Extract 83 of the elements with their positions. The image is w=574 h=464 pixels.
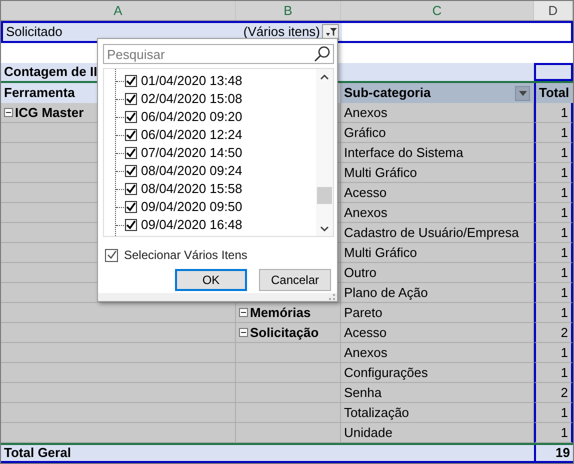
table-cell-text: 1 bbox=[560, 284, 568, 302]
list-item[interactable]: 07/04/2020 14:50 bbox=[141, 143, 242, 163]
column-heading: Total bbox=[539, 84, 570, 102]
table-cell-text: Memórias bbox=[250, 304, 311, 322]
collapse-icon[interactable] bbox=[239, 328, 248, 337]
table-cell-text: 1 bbox=[560, 364, 568, 382]
filter-label: Solicitado bbox=[6, 23, 62, 42]
table-cell-text: 1 bbox=[560, 344, 568, 362]
list-item[interactable]: 08/04/2020 09:24 bbox=[141, 161, 242, 181]
search-icon bbox=[314, 46, 330, 62]
table-cell-text: Configurações bbox=[344, 364, 428, 382]
table-cell-text: Pareto bbox=[344, 304, 382, 322]
column-header[interactable]: C bbox=[341, 1, 534, 20]
checkbox[interactable] bbox=[125, 165, 137, 177]
scrollbar[interactable] bbox=[316, 69, 333, 236]
table-cell-text: 1 bbox=[560, 124, 568, 142]
column-heading: Ferramenta bbox=[4, 84, 75, 102]
table-cell-text: Cadastro de Usuário/Empresa bbox=[344, 224, 519, 242]
resize-grip-icon[interactable] bbox=[328, 293, 335, 300]
column-heading: Sub-categoria bbox=[344, 84, 431, 102]
table-cell-text: Gráfico bbox=[344, 124, 386, 142]
list-item[interactable]: 09/04/2020 09:50 bbox=[141, 197, 242, 217]
pivot-title: Contagem de II bbox=[4, 63, 98, 82]
table-cell-text: Multi Gráfico bbox=[344, 164, 417, 182]
table-cell-text: 2 bbox=[560, 384, 568, 402]
total-label: Total Geral bbox=[3, 445, 72, 461]
table-cell-text: 1 bbox=[560, 144, 568, 162]
column-header[interactable]: A bbox=[1, 1, 236, 20]
scroll-up-icon[interactable] bbox=[320, 74, 329, 80]
list-item[interactable]: 08/04/2020 15:58 bbox=[141, 179, 242, 199]
table-cell-text: Senha bbox=[344, 384, 382, 402]
filter-value: (Vários itens) bbox=[243, 23, 320, 42]
table-cell-text: 1 bbox=[560, 244, 568, 262]
table-cell-text: Anexos bbox=[344, 344, 388, 362]
dialog-button[interactable]: Cancelar bbox=[259, 269, 331, 291]
column-header[interactable]: B bbox=[236, 1, 341, 20]
table-cell-text: Multi Gráfico bbox=[344, 244, 417, 262]
table-cell-text: 1 bbox=[560, 264, 568, 282]
table-cell-text: Unidade bbox=[344, 424, 392, 442]
checkbox-label: Selecionar Vários Itens bbox=[124, 247, 248, 264]
search-field[interactable]: Pesquisar bbox=[103, 44, 334, 64]
filter-icon bbox=[324, 27, 336, 37]
table-cell-text: Acesso bbox=[344, 184, 387, 202]
dialog-button[interactable]: OK bbox=[175, 269, 247, 291]
total-value: 19 bbox=[534, 445, 573, 461]
table-cell-text: 1 bbox=[560, 184, 568, 202]
table-cell-text: Interface do Sistema bbox=[344, 144, 464, 162]
table-cell-text: 1 bbox=[560, 204, 568, 222]
checkbox[interactable] bbox=[125, 111, 137, 123]
table-cell-text: Anexos bbox=[344, 104, 388, 122]
table-cell-text: Totalização bbox=[344, 404, 410, 422]
column-header[interactable]: D bbox=[534, 1, 573, 20]
table-cell-text: 1 bbox=[560, 164, 568, 182]
table-cell-text: Acesso bbox=[344, 324, 387, 342]
list-item[interactable]: 09/04/2020 16:48 bbox=[141, 215, 242, 235]
checkbox[interactable] bbox=[105, 248, 118, 262]
scroll-thumb[interactable] bbox=[317, 187, 332, 204]
table-cell-text: Anexos bbox=[344, 204, 388, 222]
checkbox[interactable] bbox=[125, 93, 137, 105]
table-cell-text: 1 bbox=[560, 424, 568, 442]
scroll-down-icon[interactable] bbox=[320, 226, 329, 232]
checkbox[interactable] bbox=[125, 147, 137, 159]
checkbox[interactable] bbox=[125, 183, 137, 195]
table-cell-text: Solicitação bbox=[250, 324, 319, 342]
table-cell-text: Plano de Ação bbox=[344, 284, 428, 302]
list-item[interactable]: 02/04/2020 15:08 bbox=[141, 89, 242, 109]
table-cell-text: 1 bbox=[560, 304, 568, 322]
collapse-icon[interactable] bbox=[239, 308, 248, 317]
list-item[interactable]: 06/04/2020 09:20 bbox=[141, 107, 242, 127]
table-cell-text: Outro bbox=[344, 264, 377, 282]
checkbox[interactable] bbox=[125, 129, 137, 141]
list-item[interactable]: 06/04/2020 12:24 bbox=[141, 125, 242, 145]
collapse-icon[interactable] bbox=[4, 108, 13, 117]
table-cell-text: 1 bbox=[560, 104, 568, 122]
table-cell-text: ICG Master bbox=[15, 104, 84, 122]
table-cell-text: 2 bbox=[560, 324, 568, 342]
checkbox[interactable] bbox=[125, 219, 137, 231]
checkbox[interactable] bbox=[125, 201, 137, 213]
table-cell-text: 1 bbox=[560, 404, 568, 422]
caret-icon bbox=[518, 90, 526, 96]
table-cell-text: 1 bbox=[560, 224, 568, 242]
checkbox[interactable] bbox=[125, 75, 137, 87]
list-item[interactable]: 01/04/2020 13:48 bbox=[141, 71, 242, 91]
